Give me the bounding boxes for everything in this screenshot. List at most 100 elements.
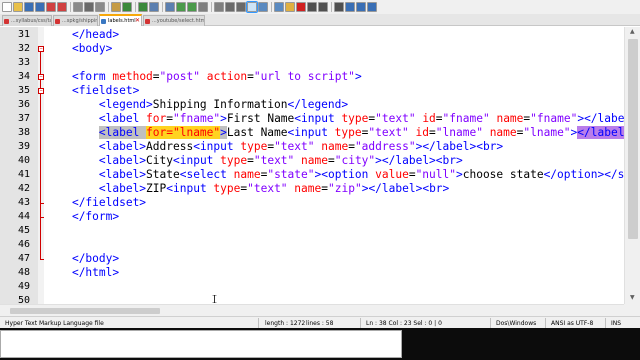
stop-macro-icon[interactable] [307,2,317,12]
code-token: "text" [253,154,295,167]
code-token: <label> [98,140,147,153]
code-text[interactable]: <body> [45,42,112,56]
code-text[interactable]: <label>Address<input type="text" name="a… [45,140,503,154]
document-tab[interactable]: ...spkg/shipping list.html [53,15,98,26]
code-token: Last Name [226,126,288,139]
scroll-down-arrow-icon[interactable]: ▼ [630,295,635,301]
cut-icon[interactable] [84,2,94,12]
show-all-chars-icon[interactable] [236,2,246,12]
code-token: <label> [98,182,147,195]
code-line[interactable]: 38 <label for="lname">Last Name<input ty… [0,126,624,140]
copy-icon[interactable] [95,2,105,12]
save-macro-icon[interactable] [345,2,355,12]
paste-icon[interactable] [111,2,121,12]
code-text[interactable]: </html> [45,266,119,280]
horizontal-scroll-thumb[interactable] [10,308,160,314]
save-icon[interactable] [24,2,34,12]
zoom-in-icon[interactable] [176,2,186,12]
close-icon[interactable] [46,2,56,12]
redo-icon[interactable] [138,2,148,12]
document-tab[interactable]: ...syllabus/css/tag/ajax/list.html [2,15,52,26]
fold-toggle-icon[interactable]: − [38,46,44,52]
spellcheck-icon[interactable] [356,2,366,12]
bottom-dark-area [0,328,640,360]
vertical-scrollbar[interactable]: ▲ ▼ [624,27,640,304]
close-tab-icon[interactable]: ✕ [135,18,140,24]
code-line[interactable]: 49 [0,280,624,294]
horizontal-scrollbar[interactable] [0,304,624,316]
vertical-scroll-thumb[interactable] [628,39,638,239]
line-number: 33 [17,57,30,68]
code-text[interactable]: <label>State<select name = "state" > <option… [45,168,624,182]
code-text[interactable]: </form> [45,210,119,224]
code-text[interactable]: <label for="fname">First Name<input type… [45,112,624,126]
code-line[interactable]: 36 <legend>Shipping Information</legend> [0,98,624,112]
code-token: <br> [476,140,504,153]
close-all-icon[interactable] [57,2,67,12]
code-text[interactable]: <label for="lname">Last Name<input type =… [45,126,624,140]
document-tab[interactable]: labels.html ✕ [99,14,142,26]
code-text[interactable]: </head> [45,28,119,42]
code-token: "lname" [523,126,571,139]
indent-guide-icon[interactable] [246,1,258,13]
replace-icon[interactable] [165,2,175,12]
zoom-out-icon[interactable] [187,2,197,12]
save-all-icon[interactable] [35,2,45,12]
code-line[interactable]: 44 </form> [0,210,624,224]
fold-toggle-icon[interactable]: − [38,74,44,80]
code-line[interactable]: 35 <fieldset> [0,84,624,98]
open-file-icon[interactable] [13,2,23,12]
fold-toggle-icon[interactable]: − [38,88,44,94]
code-line[interactable]: 42 <label>ZIP<input type="text" name="zi… [0,182,624,196]
code-text[interactable]: </fieldset> [45,196,146,210]
function-list-icon[interactable] [274,2,284,12]
code-text[interactable]: <form method="post" action="url to scrip… [45,70,362,84]
code-line[interactable]: 41 <label>State<select name = "state" > <opt… [0,168,624,182]
code-token: id [415,126,430,139]
doc-map-icon[interactable] [258,2,268,12]
print-icon[interactable] [73,2,83,12]
folder-workspace-icon[interactable] [285,2,295,12]
document-tab[interactable]: ...youtube/select.html [143,15,205,26]
code-token: "text" [375,112,416,125]
code-line[interactable]: 43 </fieldset> [0,196,624,210]
code-line[interactable]: 48 </html> [0,266,624,280]
code-line[interactable]: 37 <label for="fname">First Name<input t… [0,112,624,126]
code-line[interactable]: 33 [0,56,624,70]
code-token: <fieldset> [71,84,140,97]
code-token: "null" [415,168,456,181]
code-text[interactable]: <fieldset> [45,84,139,98]
code-text[interactable]: </body> [45,252,119,266]
find-icon[interactable] [149,2,159,12]
sync-v-icon[interactable] [198,2,208,12]
new-file-icon[interactable] [2,2,12,12]
code-token: > [375,154,382,167]
code-line[interactable]: 39 <label>Address<input type = "text" name… [0,140,624,154]
record-macro-icon[interactable] [296,2,306,12]
plugin-icon[interactable] [367,2,377,12]
code-line[interactable]: 50 [0,294,624,304]
code-text[interactable]: <legend>Shipping Information</legend> [45,98,348,112]
code-text[interactable]: <label>City<input type="text" name="city… [45,154,463,168]
play-macro-icon[interactable] [318,2,328,12]
code-token: </label> [422,140,477,153]
code-token: First Name [226,112,295,125]
code-token: name [496,112,524,125]
scroll-up-arrow-icon[interactable]: ▲ [630,29,635,35]
code-text[interactable]: <label>ZIP<input type="text" name="zip">… [45,182,449,196]
undo-icon[interactable] [122,2,132,12]
sync-h-icon[interactable] [214,2,224,12]
code-line[interactable]: 46 [0,238,624,252]
run-macro-multiple-icon[interactable] [334,2,344,12]
code-token: > [455,168,463,181]
code-line[interactable]: 40 <label>City<input type="text" name="c… [0,154,624,168]
code-line[interactable]: 34 <form method="post" action="url to sc… [0,70,624,84]
word-wrap-icon[interactable] [225,2,235,12]
code-line[interactable]: 31 </head> [0,28,624,42]
code-editor[interactable]: 31 </head> 32 <body> 33 34 <form method="po… [0,27,624,304]
code-line[interactable]: 47 </body> [0,252,624,266]
code-line[interactable]: 32 <body> [0,42,624,56]
code-line[interactable]: 45 [0,224,624,238]
code-token: name [301,154,328,167]
